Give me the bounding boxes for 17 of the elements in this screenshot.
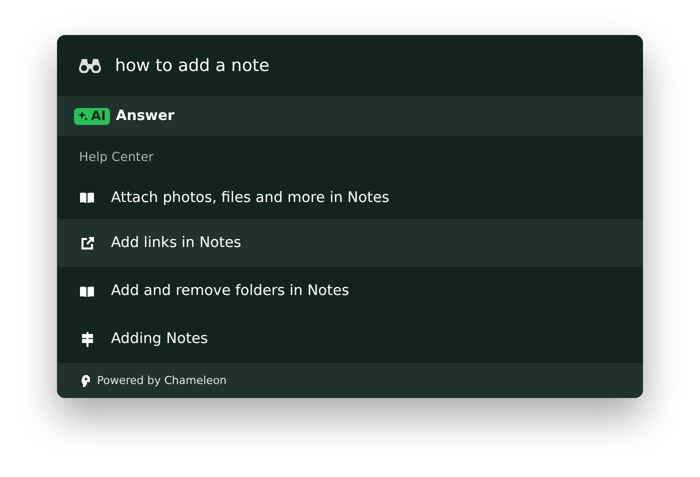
ai-badge: AI <box>74 108 110 124</box>
ai-answer-item[interactable]: AI Answer <box>57 96 643 136</box>
signpost-icon <box>82 332 92 346</box>
book-icon <box>80 192 94 203</box>
result-item[interactable]: Attach photos, files and more in Notes <box>57 176 643 219</box>
book-icon <box>80 286 94 296</box>
chameleon-logo-icon <box>81 374 90 386</box>
binoculars-icon <box>79 58 101 73</box>
search-query: how to add a note <box>115 56 270 76</box>
result-item[interactable]: Adding Notes <box>57 315 643 363</box>
result-item[interactable]: Add links in Notes <box>57 219 643 267</box>
section-heading: Help Center <box>78 148 155 166</box>
search-field[interactable]: how to add a note <box>57 35 643 96</box>
footer-text: Powered by Chameleon <box>97 374 227 387</box>
ai-answer-label: Answer <box>116 108 174 124</box>
result-item[interactable]: Add and remove folders in Notes <box>57 267 643 315</box>
external-link-icon <box>80 236 94 250</box>
